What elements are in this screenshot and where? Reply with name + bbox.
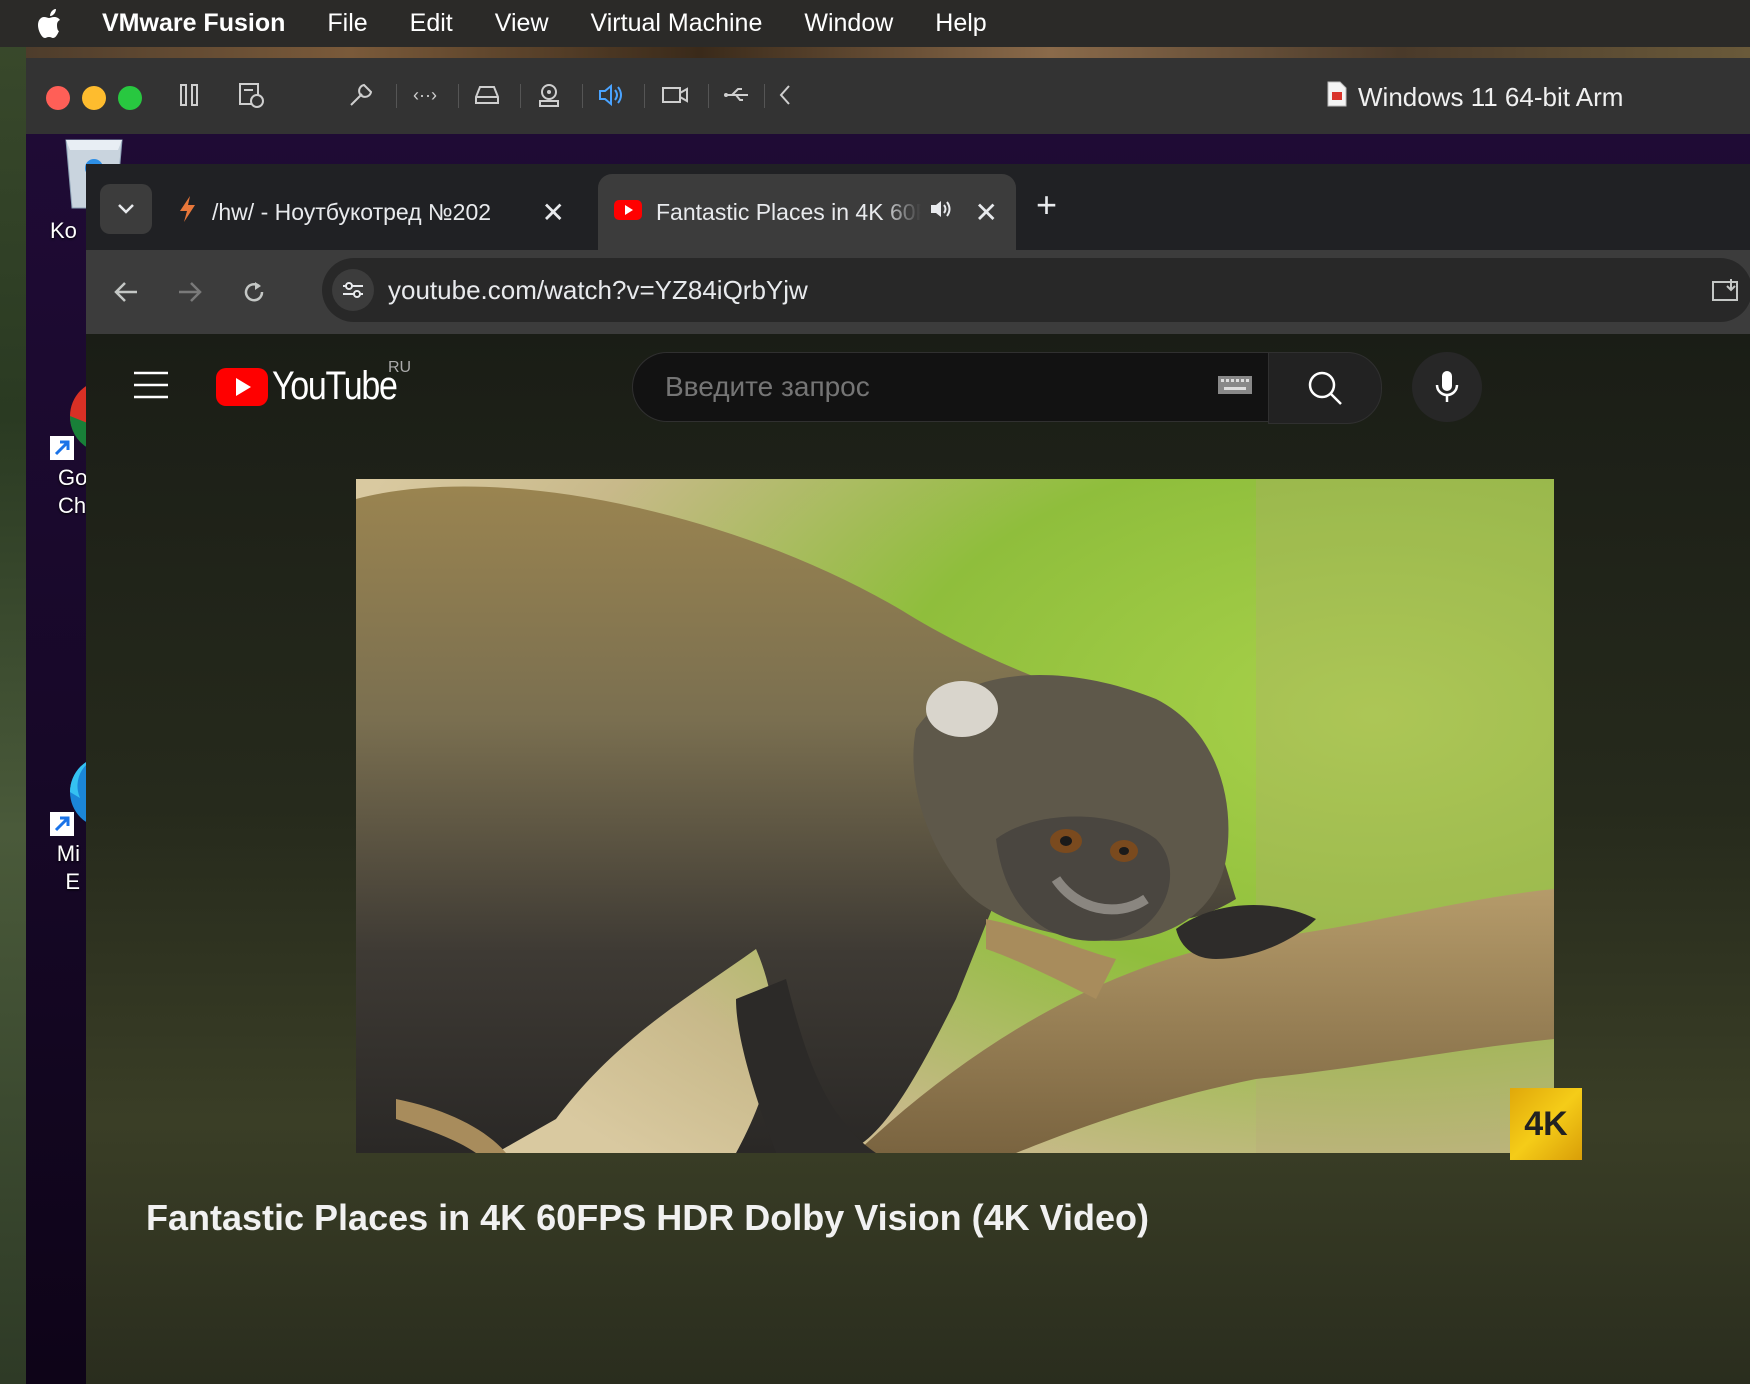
settings-wrench-icon[interactable]	[346, 80, 376, 110]
menu-virtual-machine[interactable]: Virtual Machine	[591, 9, 763, 38]
usb-icon[interactable]	[722, 80, 752, 110]
menu-file[interactable]: File	[327, 9, 367, 38]
window-close-button[interactable]	[46, 86, 70, 110]
new-tab-button[interactable]: +	[1036, 184, 1057, 226]
drive-icon[interactable]	[472, 80, 502, 110]
tab-search-dropdown[interactable]	[100, 184, 152, 234]
desktop-wallpaper-left	[0, 0, 26, 1384]
reload-icon[interactable]	[234, 272, 274, 312]
speaker-icon[interactable]	[929, 198, 953, 226]
region-code: RU	[388, 359, 412, 376]
tab-hw-thread[interactable]: /hw/ - Ноутбукотред №202 ✕	[166, 174, 591, 250]
url-text[interactable]: youtube.com/watch?v=YZ84iQrbYjw	[388, 275, 808, 306]
video-player[interactable]	[356, 479, 1554, 1153]
hamburger-menu-icon[interactable]	[134, 370, 168, 400]
menu-view[interactable]: View	[495, 9, 549, 38]
resize-icon[interactable]: ‹··›	[410, 80, 440, 110]
youtube-icon	[614, 199, 642, 226]
keyboard-icon[interactable]	[1217, 374, 1253, 401]
search-icon	[1308, 371, 1342, 405]
pause-icon[interactable]	[174, 80, 204, 110]
menu-app-name[interactable]: VMware Fusion	[102, 9, 285, 38]
lightning-icon	[176, 194, 198, 230]
webcam-icon[interactable]	[534, 80, 564, 110]
address-bar[interactable]: youtube.com/watch?v=YZ84iQrbYjw	[322, 258, 1750, 322]
voice-search-button[interactable]	[1412, 352, 1482, 422]
tab-strip: /hw/ - Ноутбукотред №202 ✕ Fantastic Pla…	[86, 164, 1750, 250]
youtube-play-icon	[216, 367, 268, 406]
desktop-label-edge[interactable]: Mi E	[48, 840, 80, 896]
sound-icon[interactable]	[596, 80, 626, 110]
toolbar: youtube.com/watch?v=YZ84iQrbYjw	[86, 250, 1750, 334]
close-icon[interactable]: ✕	[542, 196, 565, 229]
snapshot-icon[interactable]	[236, 80, 266, 110]
menu-edit[interactable]: Edit	[410, 9, 453, 38]
site-info-icon[interactable]	[332, 269, 374, 311]
menu-window[interactable]: Window	[804, 9, 893, 38]
vmware-window: ‹··› Windows 11 64-bit Arm Ko Go Ch Mi E…	[26, 58, 1750, 1384]
menu-help[interactable]: Help	[935, 9, 986, 38]
vm-document-icon	[1326, 80, 1348, 115]
toolbar-divider	[644, 84, 645, 108]
tab-title: Fantastic Places in 4K 60FPS	[656, 198, 921, 225]
desktop-label-recycle-bin[interactable]: Ko	[50, 218, 77, 244]
toolbar-divider	[520, 84, 521, 108]
search-button[interactable]	[1268, 352, 1382, 424]
install-app-icon[interactable]	[1706, 272, 1746, 312]
search-box	[632, 352, 1269, 422]
video-title: Fantastic Places in 4K 60FPS HDR Dolby V…	[146, 1197, 1149, 1238]
tab-youtube[interactable]: Fantastic Places in 4K 60FPS ✕	[598, 174, 1016, 250]
toolbar-divider	[458, 84, 459, 108]
microphone-icon	[1435, 371, 1459, 402]
tab-title: /hw/ - Ноутбукотред №202	[212, 198, 492, 225]
search-input[interactable]	[663, 370, 1217, 404]
toolbar-divider	[764, 84, 765, 108]
window-zoom-button[interactable]	[118, 86, 142, 110]
mac-menu-bar: VMware Fusion File Edit View Virtual Mac…	[0, 0, 1750, 47]
toolbar-divider	[582, 84, 583, 108]
vm-title: Windows 11 64-bit Arm	[1326, 80, 1623, 115]
youtube-wordmark: YouTube	[272, 364, 398, 408]
chrome-window: /hw/ - Ноутбукотред №202 ✕ Fantastic Pla…	[86, 164, 1750, 1384]
vmware-toolbar: ‹··› Windows 11 64-bit Arm	[26, 58, 1750, 135]
toolbar-divider	[396, 84, 397, 108]
apple-icon[interactable]	[34, 7, 68, 41]
vm-title-text: Windows 11 64-bit Arm	[1358, 82, 1624, 112]
toolbar-divider	[708, 84, 709, 108]
close-icon[interactable]: ✕	[975, 196, 998, 229]
window-minimize-button[interactable]	[82, 86, 106, 110]
back-icon[interactable]	[106, 272, 146, 312]
youtube-page: YouTube RU Введите запрос 4K Fantastic P…	[86, 334, 1750, 1384]
chevron-down-icon	[118, 204, 134, 214]
video-frame	[356, 479, 1554, 1153]
camera-icon[interactable]	[660, 80, 690, 110]
desktop-label-chrome[interactable]: Go Ch	[58, 464, 87, 520]
collapse-chevron-icon[interactable]	[770, 80, 800, 110]
badge-4k: 4K	[1510, 1088, 1582, 1160]
forward-icon[interactable]	[170, 272, 210, 312]
